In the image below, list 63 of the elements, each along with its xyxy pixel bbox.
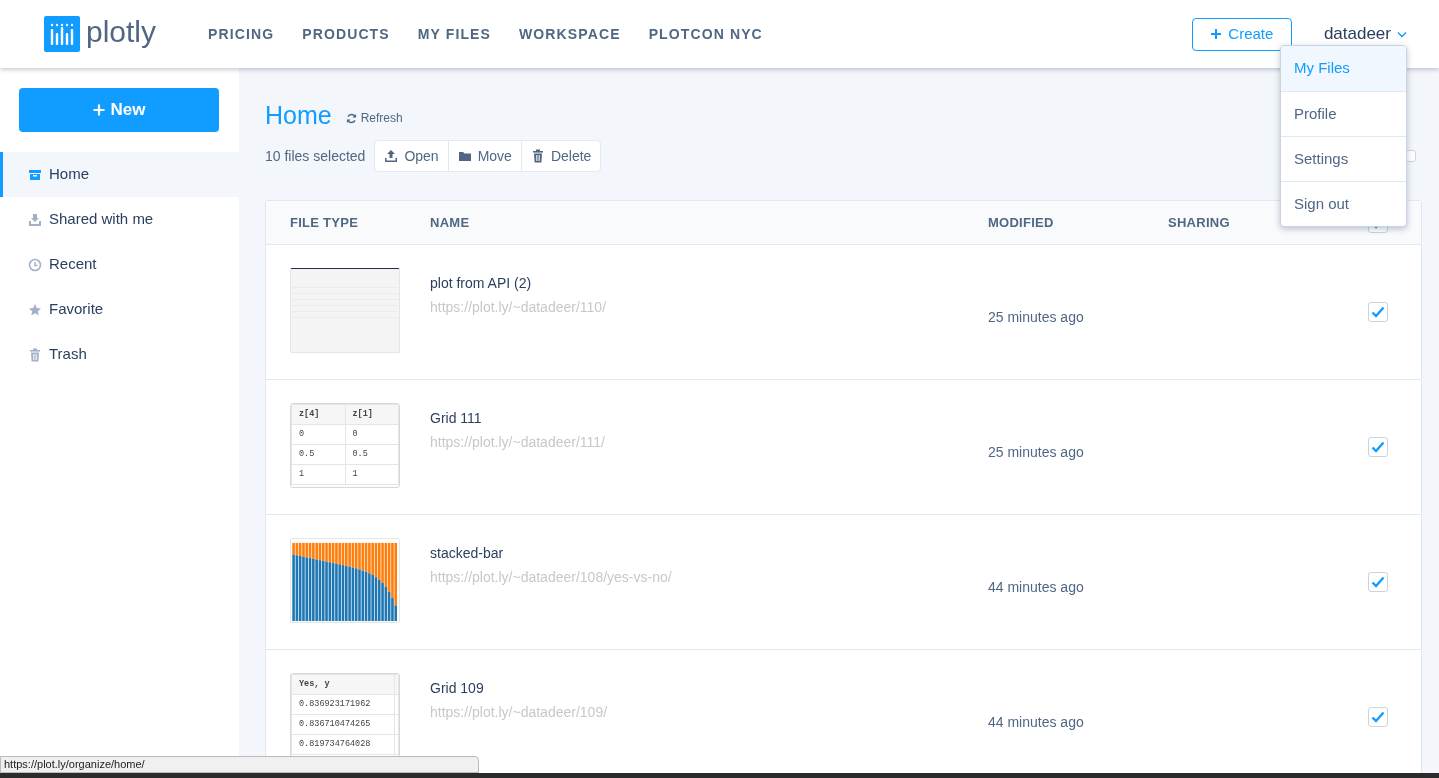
grid-cell: 1: [291, 464, 345, 485]
plus-icon: [92, 104, 105, 116]
sidebar-item[interactable]: Favorite: [0, 287, 239, 332]
home-icon: [28, 167, 42, 182]
menu-item[interactable]: Profile: [1281, 91, 1406, 136]
upload-icon: [384, 149, 399, 163]
action-button[interactable]: Open: [375, 141, 448, 171]
modified-time: 44 minutes ago: [988, 577, 1085, 597]
grid-cell: 0.5: [345, 444, 399, 465]
column-header: FILE TYPE: [290, 213, 360, 232]
grid-header-cell: z[4]: [291, 404, 345, 425]
modified-time: 25 minutes ago: [988, 307, 1085, 327]
file-name-link[interactable]: Grid 111: [430, 408, 988, 429]
action-button[interactable]: Delete: [520, 141, 601, 171]
file-name-link[interactable]: stacked-bar: [430, 543, 988, 564]
sidebar-item[interactable]: Shared with me: [0, 197, 239, 242]
grid-header-cell: z[1]: [345, 404, 399, 425]
clock-icon: [28, 257, 42, 272]
trash-icon: [28, 347, 42, 362]
menu-item[interactable]: Sign out: [1281, 181, 1406, 226]
modified-time: 44 minutes ago: [988, 712, 1085, 732]
sidebar-item[interactable]: Trash: [0, 332, 239, 377]
sidebar-item[interactable]: Recent: [0, 242, 239, 287]
grid-cell: 0.819734764028: [291, 734, 395, 755]
column-header: MODIFIED: [988, 213, 1055, 232]
checkbox[interactable]: [1368, 437, 1388, 457]
refresh-button[interactable]: Refresh: [345, 109, 403, 127]
page-title: Home: [265, 103, 332, 128]
action-button[interactable]: Move: [447, 141, 521, 171]
grid-header-cell: Yes, y: [291, 674, 395, 695]
folder-icon: [457, 149, 472, 163]
caret-icon: [1397, 30, 1407, 38]
grid-cell: 0.5: [291, 444, 345, 465]
column-header: SHARING: [1168, 213, 1231, 232]
sidebar-item[interactable]: Home: [0, 152, 239, 197]
grid-cell: 0.836923171962: [291, 694, 395, 715]
star-icon: [28, 302, 42, 317]
nav-link[interactable]: PRODUCTS: [302, 23, 390, 45]
nav-link[interactable]: PRICING: [208, 23, 275, 45]
nav-link[interactable]: PLOTCON NYC: [648, 23, 763, 45]
checkbox[interactable]: [1368, 707, 1388, 727]
refresh-icon: [345, 112, 357, 124]
plus-icon: [1210, 28, 1223, 40]
column-header: NAME: [430, 213, 471, 232]
file-name-link[interactable]: plot from API (2): [430, 273, 988, 294]
file-name-link[interactable]: Grid 109: [430, 678, 988, 699]
grid-cell: 0: [345, 424, 399, 445]
logo-icon: [44, 16, 80, 52]
user-menu-button[interactable]: datadeer: [1323, 21, 1407, 47]
selection-count: 10 files selected: [265, 146, 366, 166]
nav-link[interactable]: MY FILES: [417, 23, 492, 45]
checkbox[interactable]: [1368, 302, 1388, 322]
modified-time: 25 minutes ago: [988, 442, 1085, 462]
grid-cell: 0: [291, 424, 345, 445]
logo-text[interactable]: plotly: [86, 17, 157, 51]
trash-icon: [530, 149, 545, 163]
grid-cell: 0.836710474265: [291, 714, 395, 735]
menu-item[interactable]: Settings: [1281, 136, 1406, 181]
nav-link[interactable]: WORKSPACE: [519, 23, 621, 45]
status-url-tooltip: https://plot.ly/organize/home/: [0, 756, 479, 773]
tray-download-icon: [28, 212, 42, 227]
grid-cell: 1: [345, 464, 399, 485]
checkbox[interactable]: [1368, 572, 1388, 592]
